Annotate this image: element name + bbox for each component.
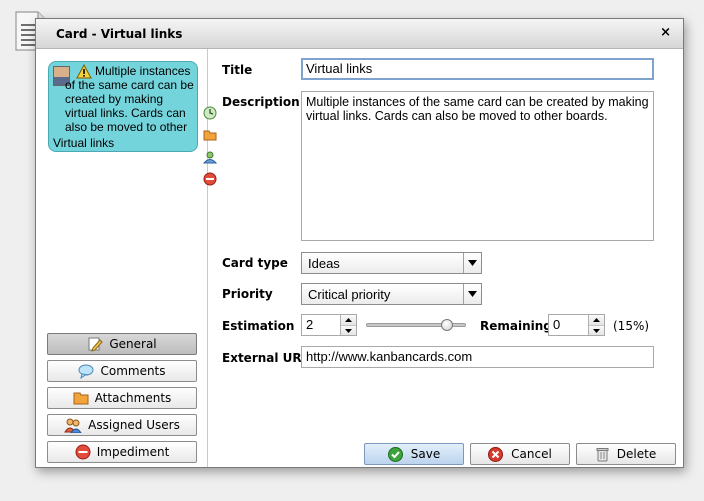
edit-icon [88, 337, 104, 352]
remaining-value: 0 [553, 317, 561, 332]
description-label: Description [222, 95, 300, 109]
users-icon[interactable] [203, 150, 217, 164]
nav-general-button[interactable]: General [47, 333, 197, 355]
card-type-select[interactable]: Ideas [301, 252, 482, 274]
card-preview-title: Virtual links [53, 136, 115, 150]
nav-attachments-button[interactable]: Attachments [47, 387, 197, 409]
priority-value: Critical priority [308, 287, 391, 302]
stop-icon [75, 444, 91, 460]
nav-assigned-users-label: Assigned Users [88, 418, 180, 432]
nav-impediment-label: Impediment [96, 445, 170, 459]
cancel-icon [488, 446, 504, 462]
delete-button[interactable]: Delete [576, 443, 676, 465]
title-label: Title [222, 63, 253, 77]
remaining-label: Remaining [480, 319, 552, 333]
estimation-value: 2 [306, 317, 314, 332]
save-button[interactable]: Save [364, 443, 464, 465]
description-textarea[interactable]: Multiple instances of the same card can … [301, 91, 654, 241]
trash-icon [596, 447, 609, 461]
spin-down-icon[interactable] [589, 325, 604, 335]
spin-up-icon[interactable] [341, 315, 356, 325]
nav-general-label: General [109, 337, 157, 351]
spin-down-icon[interactable] [341, 325, 356, 335]
estimation-stepper[interactable]: 2 [301, 314, 357, 336]
chevron-down-icon[interactable] [463, 284, 481, 304]
stop-icon[interactable] [203, 172, 217, 186]
nav-attachments-label: Attachments [94, 391, 172, 405]
card-dialog: Card - Virtual links × Multiple instance… [35, 18, 684, 468]
save-label: Save [410, 447, 441, 461]
estimation-label: Estimation [222, 319, 295, 333]
clock-icon[interactable] [203, 106, 217, 120]
left-pane: Multiple instances of the same card can … [36, 49, 217, 467]
folder-icon [73, 392, 89, 405]
cancel-button[interactable]: Cancel [470, 443, 570, 465]
remaining-spin-buttons [588, 315, 604, 335]
check-icon [387, 446, 403, 462]
priority-label: Priority [222, 287, 273, 301]
card-type-label: Card type [222, 256, 288, 270]
nav-comments-button[interactable]: Comments [47, 360, 197, 382]
dialog-title: Card - Virtual links [56, 27, 183, 41]
delete-label: Delete [616, 447, 657, 461]
comment-icon [78, 364, 94, 379]
priority-select[interactable]: Critical priority [301, 283, 482, 305]
slider-handle[interactable] [441, 319, 454, 331]
external-url-label: External URL [222, 351, 310, 365]
title-input[interactable]: Virtual links [301, 58, 654, 80]
cancel-label: Cancel [511, 447, 552, 461]
chevron-down-icon[interactable] [463, 253, 481, 273]
card-type-value: Ideas [308, 256, 340, 271]
spin-up-icon[interactable] [589, 315, 604, 325]
estimation-slider[interactable] [366, 319, 466, 331]
dialog-titlebar[interactable]: Card - Virtual links × [36, 19, 683, 49]
external-url-input[interactable]: http://www.kanbancards.com [301, 346, 654, 368]
warning-icon [76, 64, 92, 79]
estimation-spin-buttons [340, 315, 356, 335]
card-tools [203, 106, 219, 194]
remaining-stepper[interactable]: 0 [548, 314, 605, 336]
nav-comments-label: Comments [100, 364, 166, 378]
folder-icon[interactable] [203, 128, 217, 142]
users-icon [64, 418, 82, 433]
nav-assigned-users-button[interactable]: Assigned Users [47, 414, 197, 436]
nav-impediment-button[interactable]: Impediment [47, 441, 197, 463]
remaining-percent: (15%) [613, 319, 650, 333]
card-preview[interactable]: Multiple instances of the same card can … [48, 61, 217, 186]
close-icon[interactable]: × [660, 25, 671, 40]
